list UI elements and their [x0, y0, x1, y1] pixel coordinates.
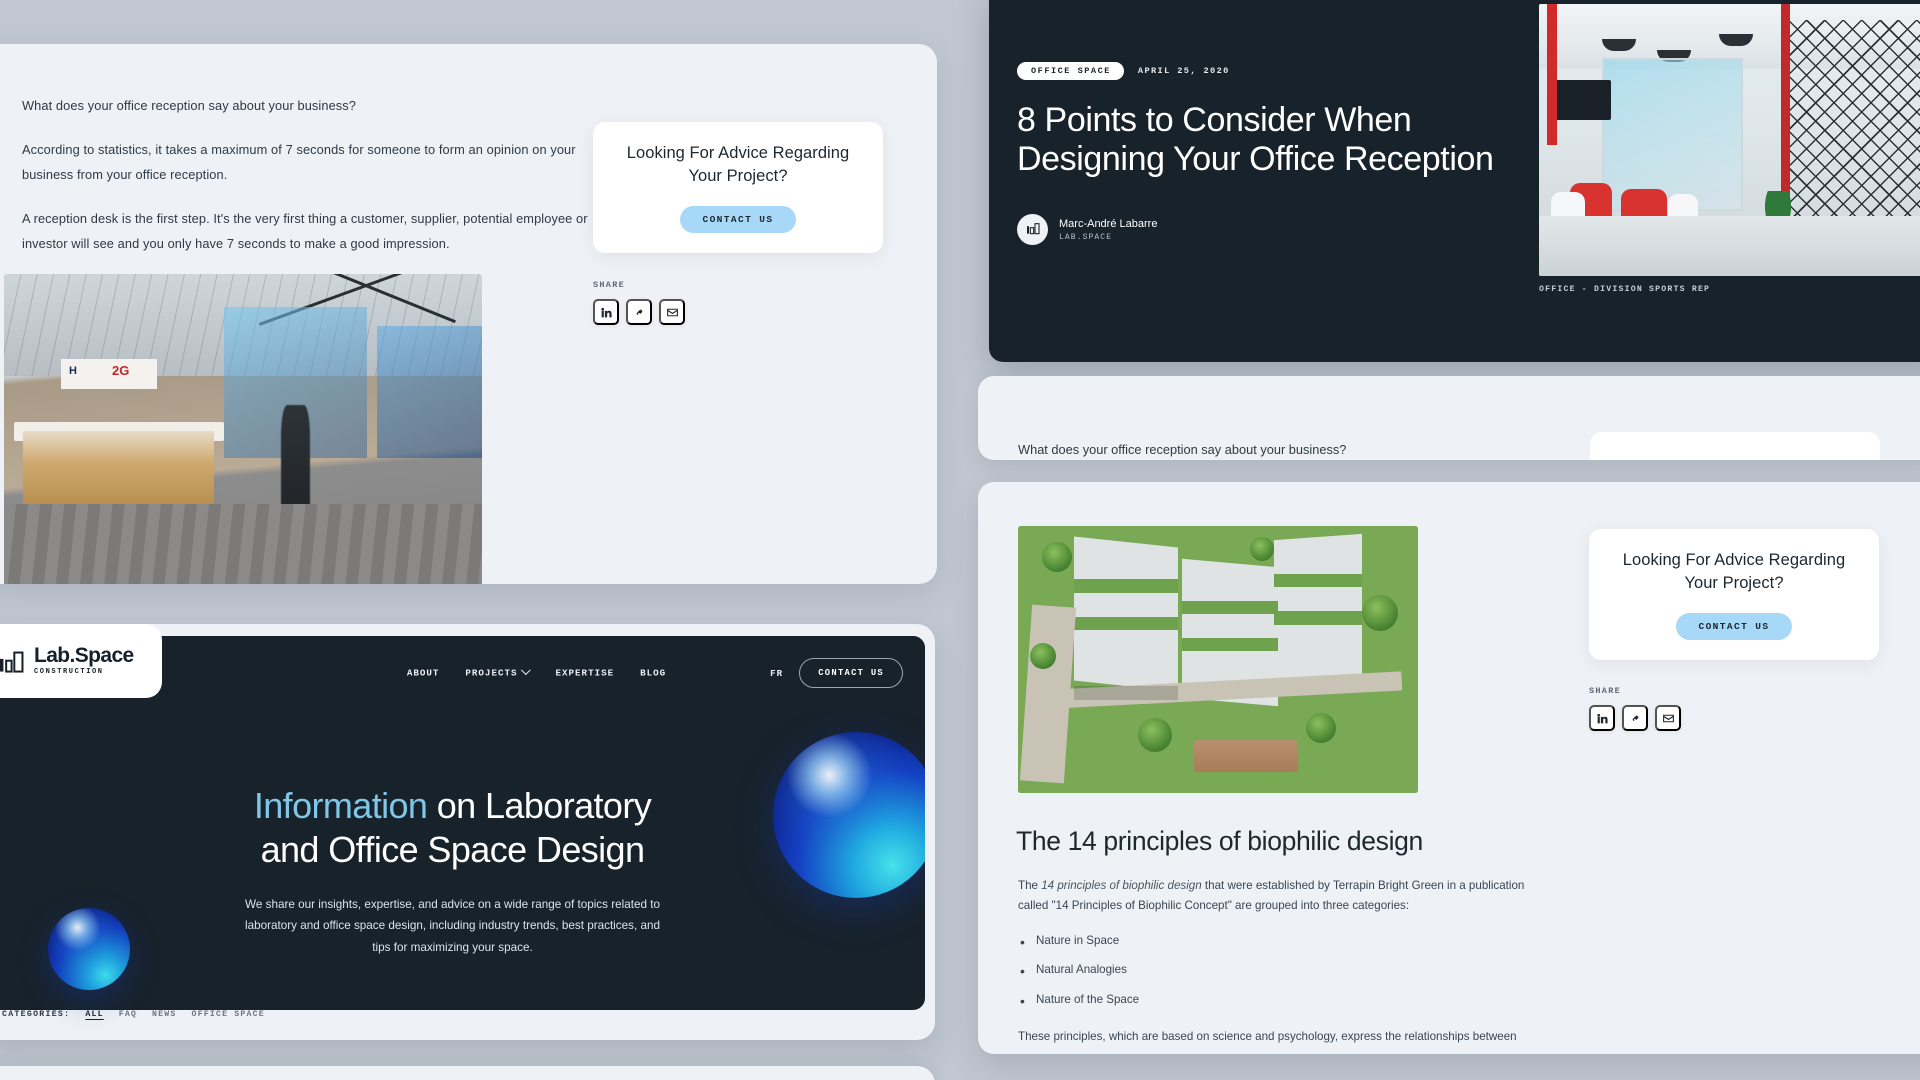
share-buttons — [1589, 705, 1681, 731]
logo-plate[interactable]: Lab.Space CONSTRUCTION — [0, 624, 162, 698]
clipped-paragraph: What does your office reception say abou… — [1018, 442, 1347, 457]
categories-label: CATEGORIES: — [2, 1010, 71, 1019]
chevron-down-icon — [521, 665, 531, 676]
nav-link-blog[interactable]: BLOG — [640, 668, 666, 679]
page-title-accent: Information — [253, 785, 428, 826]
language-switch-fr[interactable]: FR — [770, 668, 783, 679]
article-panel-left: What does your office reception say abou… — [0, 44, 937, 584]
article-right-tail: These principles, which are based on sci… — [1018, 1029, 1517, 1043]
share-label: SHARE — [593, 280, 626, 290]
brand-name: Lab.Space — [34, 644, 134, 667]
page-title: Information on Laboratory and Office Spa… — [0, 784, 925, 872]
email-icon[interactable] — [1655, 705, 1681, 731]
nav-link-projects[interactable]: PROJECTS — [465, 665, 531, 679]
gradient-sphere-small-icon — [48, 908, 130, 990]
publish-date: APRIL 25, 2020 — [1137, 66, 1230, 76]
avatar — [1017, 213, 1048, 245]
nav-link-about[interactable]: ABOUT — [407, 668, 440, 679]
site-hero-panel: Information on Laboratory and Office Spa… — [0, 624, 935, 1040]
brand-tagline: CONSTRUCTION — [34, 668, 104, 676]
category-filter-news[interactable]: NEWS — [152, 1010, 176, 1019]
link-icon[interactable] — [1622, 705, 1648, 731]
author-block: Marc-André Labarre LAB.SPACE — [1017, 213, 1537, 245]
category-filter-office-space[interactable]: OFFICE SPACE — [192, 1010, 265, 1019]
advice-card: Looking For Advice Regarding Your Projec… — [593, 122, 883, 253]
article-meta-row: OFFICE SPACE APRIL 25, 2020 — [1017, 62, 1537, 80]
page-title-line2: and Office Space Design — [260, 828, 645, 870]
advice-card: Looking For Advice Regarding Your Projec… — [1589, 529, 1879, 660]
article-right-title: The 14 principles of biophilic design — [1016, 826, 1423, 856]
contact-us-button[interactable]: CONTACT US — [680, 206, 796, 234]
site-logo[interactable]: Lab.Space CONSTRUCTION — [0, 645, 134, 677]
peeking-panel-bottom — [0, 1066, 935, 1080]
category-badge[interactable]: OFFICE SPACE — [1017, 62, 1124, 80]
article-right-body: The 14 principles of biophilic design th… — [1018, 876, 1538, 1046]
article-hero-text: OFFICE SPACE APRIL 25, 2020 8 Points to … — [1017, 62, 1537, 245]
article-left-photo: H 2G — [4, 274, 482, 584]
lab-space-logo-icon — [0, 651, 24, 673]
clipped-panel-behind: What does your office reception say abou… — [978, 376, 1920, 460]
linkedin-icon[interactable] — [593, 299, 619, 325]
article-hero-photo — [1539, 4, 1920, 276]
article-title: 8 Points to Consider When Designing Your… — [1017, 101, 1494, 179]
nav-link-label: ABOUT — [406, 667, 440, 679]
clipped-advice-title: Looking For Advice Regarding — [1590, 456, 1880, 460]
clipped-advice-card: Looking For Advice Regarding — [1590, 432, 1880, 460]
article-left-body: What does your office reception say abou… — [22, 94, 622, 276]
linkedin-icon[interactable] — [1589, 705, 1615, 731]
list-item: Natural Analogies — [1018, 960, 1538, 982]
nav-link-label: EXPERTISE — [555, 667, 615, 679]
article-hero-photo-block: OFFICE - DIVISION SPORTS REP — [1539, 4, 1920, 294]
article-panel-right: The 14 principles of biophilic design Th… — [978, 482, 1920, 1054]
category-filter-faq[interactable]: FAQ — [119, 1010, 137, 1019]
author-name: Marc-André Labarre — [1059, 217, 1158, 230]
article-left-paragraph: What does your office reception say abou… — [22, 98, 357, 113]
page-subtitle: We share our insights, expertise, and ad… — [245, 898, 660, 954]
intro-prefix: The — [1018, 879, 1042, 892]
share-block: SHARE — [593, 280, 685, 325]
lab-space-logo-icon — [1026, 223, 1040, 235]
article-left-paragraph: A reception desk is the first step. It's… — [22, 210, 588, 251]
advice-card-title: Looking For Advice Regarding Your Projec… — [626, 143, 850, 185]
nav-right-group: FR CONTACT US — [770, 658, 903, 688]
nav-links: ABOUT PROJECTS EXPERTISE BLOG — [407, 665, 666, 679]
categories-filter: CATEGORIES: ALL FAQ NEWS OFFICE SPACE — [2, 1010, 265, 1019]
share-block: SHARE — [1589, 686, 1681, 731]
h2g-sign: H 2G — [61, 359, 157, 389]
page-title-rest: on Laboratory — [427, 785, 652, 826]
share-label: SHARE — [1589, 686, 1622, 696]
photo-caption: OFFICE - DIVISION SPORTS REP — [1539, 285, 1711, 294]
advice-card-title: Looking For Advice Regarding Your Projec… — [1622, 550, 1846, 592]
article-hero-panel: OFFICE SPACE APRIL 25, 2020 8 Points to … — [989, 0, 1920, 362]
nav-link-label: BLOG — [640, 667, 667, 679]
logo-text: Lab.Space CONSTRUCTION — [34, 645, 134, 676]
mockup-board: What does your office reception say abou… — [0, 0, 1920, 1080]
intro-italic: 14 principles of biophilic design — [1041, 879, 1202, 892]
author-organization: LAB.SPACE — [1059, 232, 1113, 242]
email-icon[interactable] — [659, 299, 685, 325]
nav-contact-us-button[interactable]: CONTACT US — [799, 658, 903, 688]
share-buttons — [593, 299, 685, 325]
link-icon[interactable] — [626, 299, 652, 325]
article-left-paragraph: According to statistics, it takes a maxi… — [22, 141, 576, 182]
nav-link-label: PROJECTS — [465, 667, 518, 679]
site-navbar: ABOUT PROJECTS EXPERTISE BLOG FR CONTACT… — [148, 636, 925, 710]
article-right-intro: The 14 principles of biophilic design th… — [1018, 876, 1538, 916]
contact-us-button[interactable]: CONTACT US — [1676, 613, 1792, 641]
article-right-photo — [1018, 526, 1418, 793]
principles-list: Nature in Space Natural Analogies Nature… — [1018, 931, 1538, 1012]
category-filter-all[interactable]: ALL — [85, 1010, 103, 1019]
list-item: Nature in Space — [1018, 931, 1538, 953]
list-item: Nature of the Space — [1018, 990, 1538, 1012]
nav-link-expertise[interactable]: EXPERTISE — [556, 668, 615, 679]
